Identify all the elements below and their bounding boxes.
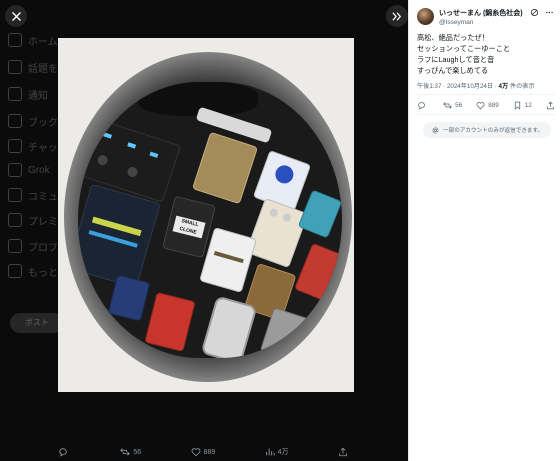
heart-icon	[191, 448, 200, 457]
expression-pedal	[200, 295, 258, 358]
reply-icon	[418, 102, 425, 110]
post-photo[interactable]: SMALL CLONE	[58, 38, 354, 392]
tweet-views-label: 件の表示	[509, 83, 535, 90]
tweet-text-line: すっぴんで楽しめてる	[417, 66, 489, 76]
media-views-button[interactable]: 4万	[265, 447, 289, 457]
author-display-name[interactable]: いっせーまん (錦糸色社会)	[439, 8, 523, 18]
repost-icon	[443, 102, 452, 109]
orange-pedal	[144, 291, 196, 353]
bookmark-icon	[514, 101, 520, 110]
reply-restriction-notice: 一部のアカウントのみが返信できます。	[423, 122, 551, 138]
avatar[interactable]	[417, 8, 434, 25]
background-nav: ホーム 話題を検索 通知 ブックマーク チャット Grok コミュニティ プレミ…	[0, 0, 88, 461]
tweet-time[interactable]: 午後1:37	[417, 83, 441, 90]
close-icon	[11, 11, 21, 21]
divider	[417, 114, 555, 115]
bookmark-button[interactable]: 12	[513, 101, 532, 110]
tweet-meta: 午後1:37 · 2024年10月24日 · 4万 件の表示	[417, 83, 535, 90]
repost-icon	[120, 448, 131, 456]
reply-icon	[59, 448, 67, 457]
media-action-bar: 56 889 4万	[58, 445, 348, 459]
share-icon	[547, 101, 554, 110]
mail-icon	[8, 139, 22, 153]
switcher-unit	[78, 183, 161, 289]
divider	[417, 94, 555, 95]
like-button[interactable]: 889	[476, 101, 499, 110]
search-icon	[8, 60, 22, 74]
grok-icon[interactable]	[530, 8, 539, 17]
premium-icon	[8, 213, 22, 227]
communities-icon	[8, 188, 22, 202]
pedalboard: SMALL CLONE	[78, 82, 342, 358]
profile-icon	[8, 239, 22, 253]
expand-button[interactable]	[386, 5, 408, 27]
tweet-text-line: ラフにLaughして音と音	[417, 55, 495, 65]
cream-pedal	[245, 197, 309, 269]
tweet-text: 高松、絶品だったぜ！ セッションってこーゆーこと ラフにLaughして音と音 す…	[417, 32, 555, 77]
fisheye-vignette: SMALL CLONE	[64, 52, 352, 382]
repost-button[interactable]: 56	[443, 101, 462, 110]
media-like-button[interactable]: 889	[191, 447, 215, 457]
tweet-date[interactable]: 2024年10月24日	[447, 83, 493, 90]
more-icon	[8, 264, 22, 278]
background-nav-item: ホーム	[8, 32, 58, 48]
author-handle[interactable]: @Isseyman	[439, 19, 523, 26]
tweet-panel: いっせーまん (錦糸色社会) @Isseyman 高松、絶品だったぜ！ セッショ…	[408, 0, 560, 461]
share-button[interactable]	[546, 101, 555, 110]
views-icon	[265, 448, 275, 456]
home-icon	[8, 33, 22, 47]
bell-icon	[8, 87, 22, 101]
more-icon[interactable]	[545, 8, 554, 17]
red-pedal	[294, 242, 342, 304]
background-nav-item: 通知	[8, 86, 48, 102]
media-share-button[interactable]	[338, 447, 348, 457]
chevrons-right-icon	[392, 12, 401, 20]
media-repost-button[interactable]: 56	[120, 447, 141, 457]
heart-icon	[476, 102, 485, 110]
tweet-text-line: セッションってこーゆーこと	[417, 44, 511, 54]
tweet-text-line: 高松、絶品だったぜ！	[417, 33, 489, 42]
media-viewer: ホーム 話題を検索 通知 ブックマーク チャット Grok コミュニティ プレミ…	[0, 0, 408, 461]
panel-header-actions	[530, 8, 554, 17]
tweet-action-bar: 56 889 12	[417, 101, 555, 110]
background-nav-item: Grok	[8, 162, 50, 178]
author-names: いっせーまん (錦糸色社会) @Isseyman	[439, 8, 523, 26]
grok-icon	[8, 163, 22, 177]
blue-white-pedal	[252, 149, 312, 213]
close-button[interactable]	[5, 5, 27, 27]
tweet-views-count: 4万	[498, 83, 509, 90]
author-row: いっせーまん (錦糸色社会) @Isseyman	[417, 8, 523, 26]
bookmark-icon	[8, 114, 22, 128]
share-icon	[339, 447, 347, 457]
gold-pedal	[191, 131, 259, 205]
at-sign-icon	[432, 127, 439, 133]
teal-pedal	[297, 189, 342, 239]
background-post-button: ポスト	[10, 313, 64, 333]
reply-button[interactable]	[417, 101, 429, 110]
media-reply-button[interactable]	[58, 447, 71, 457]
